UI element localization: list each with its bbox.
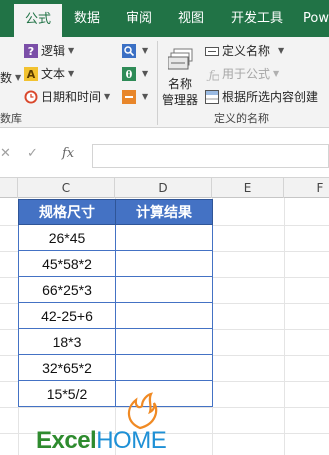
table-cell-spec[interactable]: 42-25+6 (18, 303, 116, 329)
table-cell-result[interactable] (115, 251, 213, 277)
table-cell-spec[interactable]: 45*58*2 (18, 251, 116, 277)
chevron-down-icon: ▼ (142, 92, 149, 101)
column-header-c[interactable]: C (18, 178, 115, 198)
insert-function-icon[interactable]: fx (62, 146, 74, 161)
table-cell-spec[interactable]: 66*25*3 (18, 277, 116, 303)
function-library-group-label: 数库 (0, 112, 22, 125)
formula-input[interactable] (92, 144, 329, 168)
name-manager-label-line1: 名称 (168, 77, 193, 91)
datetime-label: 日期和时间 (41, 90, 102, 104)
define-name-icon (205, 44, 219, 58)
cancel-icon[interactable]: ✕ (0, 146, 11, 161)
svg-text:?: ? (28, 45, 34, 58)
chevron-down-icon: ▼ (273, 69, 280, 78)
chevron-down-icon: ▼ (142, 69, 149, 78)
math-trig-icon: θ (122, 67, 136, 81)
tab-developer[interactable]: 开发工具 (224, 0, 290, 37)
excelhome-logo: ExcelHOME (36, 392, 196, 455)
tab-power[interactable]: Pow (303, 0, 329, 37)
logo-text-home: HOME (96, 427, 167, 454)
math-label-partial: 数 (0, 71, 13, 85)
tab-data[interactable]: 数据 (66, 0, 108, 37)
logical-button[interactable]: ? 逻辑 ▼ (24, 41, 74, 61)
text-icon: A (24, 67, 38, 81)
chevron-down-icon: ▼ (142, 46, 149, 55)
svg-text:θ: θ (126, 70, 133, 81)
table-cell-spec[interactable]: 26*45 (18, 225, 116, 251)
define-name-label: 定义名称 (222, 44, 271, 58)
logo-text-excel: Excel (36, 427, 97, 454)
lookup-reference-button[interactable]: ▼ (122, 41, 148, 61)
text-label: 文本 (41, 67, 66, 81)
table-cell-result[interactable] (115, 277, 213, 303)
tab-view[interactable]: 视图 (170, 0, 212, 37)
chevron-down-icon: ▼ (68, 69, 75, 78)
column-header-d[interactable]: D (115, 178, 212, 198)
ribbon-separator (157, 41, 158, 125)
chevron-down-icon: ▼ (15, 73, 22, 82)
use-in-formula-label: 用于公式 (222, 67, 271, 81)
chevron-down-icon: ▼ (278, 46, 285, 55)
clock-icon (24, 90, 38, 104)
grid-line (284, 198, 285, 455)
table-cell-spec[interactable]: 18*3 (18, 329, 116, 355)
create-from-selection-button[interactable]: 根据所选内容创建 (205, 87, 318, 107)
confirm-icon[interactable]: ✓ (27, 146, 38, 161)
name-manager-button[interactable]: 名称 管理器 (162, 41, 202, 107)
tab-review[interactable]: 审阅 (118, 0, 160, 37)
ribbon: 数 ▼ ? 逻辑 ▼ A 文本 ▼ 日期和时间 ▼ 数库 ▼ θ ▼ ▼ 名称 … (0, 37, 329, 128)
defined-names-group-label: 定义的名称 (214, 112, 269, 125)
column-header-e[interactable]: E (212, 178, 284, 198)
text-button[interactable]: A 文本 ▼ (24, 64, 74, 84)
column-header-f[interactable]: F (284, 178, 329, 198)
create-from-selection-label: 根据所选内容创建 (222, 90, 319, 104)
name-manager-label-line2: 管理器 (162, 93, 199, 107)
formula-bar: ✕ ✓ fx (0, 128, 329, 173)
table-header-result[interactable]: 计算结果 (115, 199, 213, 225)
chevron-down-icon: ▼ (68, 46, 75, 55)
use-in-formula-button[interactable]: ƒ 用于公式 ▼ (205, 64, 279, 84)
logical-icon: ? (24, 44, 38, 58)
datetime-button[interactable]: 日期和时间 ▼ (24, 87, 110, 107)
table-header-spec[interactable]: 规格尺寸 (18, 199, 116, 225)
create-from-selection-icon (205, 90, 219, 104)
svg-text:A: A (27, 68, 36, 81)
column-header-partial[interactable] (0, 178, 18, 198)
logical-label: 逻辑 (41, 44, 66, 58)
lookup-icon (122, 44, 136, 58)
math-trig-button[interactable]: θ ▼ (122, 64, 148, 84)
math-functions-button-partial[interactable]: 数 ▼ (0, 68, 21, 88)
table-cell-result[interactable] (115, 303, 213, 329)
more-functions-icon (122, 90, 136, 104)
use-in-formula-icon: ƒ (205, 67, 220, 82)
column-header-row: C D E F (0, 177, 329, 198)
logo-text: ExcelHOME (36, 427, 167, 455)
tab-formulas[interactable]: 公式 (14, 4, 62, 37)
table-cell-result[interactable] (115, 225, 213, 251)
chevron-down-icon: ▼ (104, 92, 111, 101)
more-functions-button[interactable]: ▼ (122, 87, 148, 107)
name-manager-icon (167, 47, 198, 76)
ribbon-tab-bar: 公式 数据 审阅 视图 开发工具 Pow (0, 0, 329, 37)
define-name-button[interactable]: 定义名称 ▼ (205, 41, 284, 61)
table-cell-spec[interactable]: 32*65*2 (18, 355, 116, 381)
table-cell-result[interactable] (115, 329, 213, 355)
table-cell-result[interactable] (115, 355, 213, 381)
